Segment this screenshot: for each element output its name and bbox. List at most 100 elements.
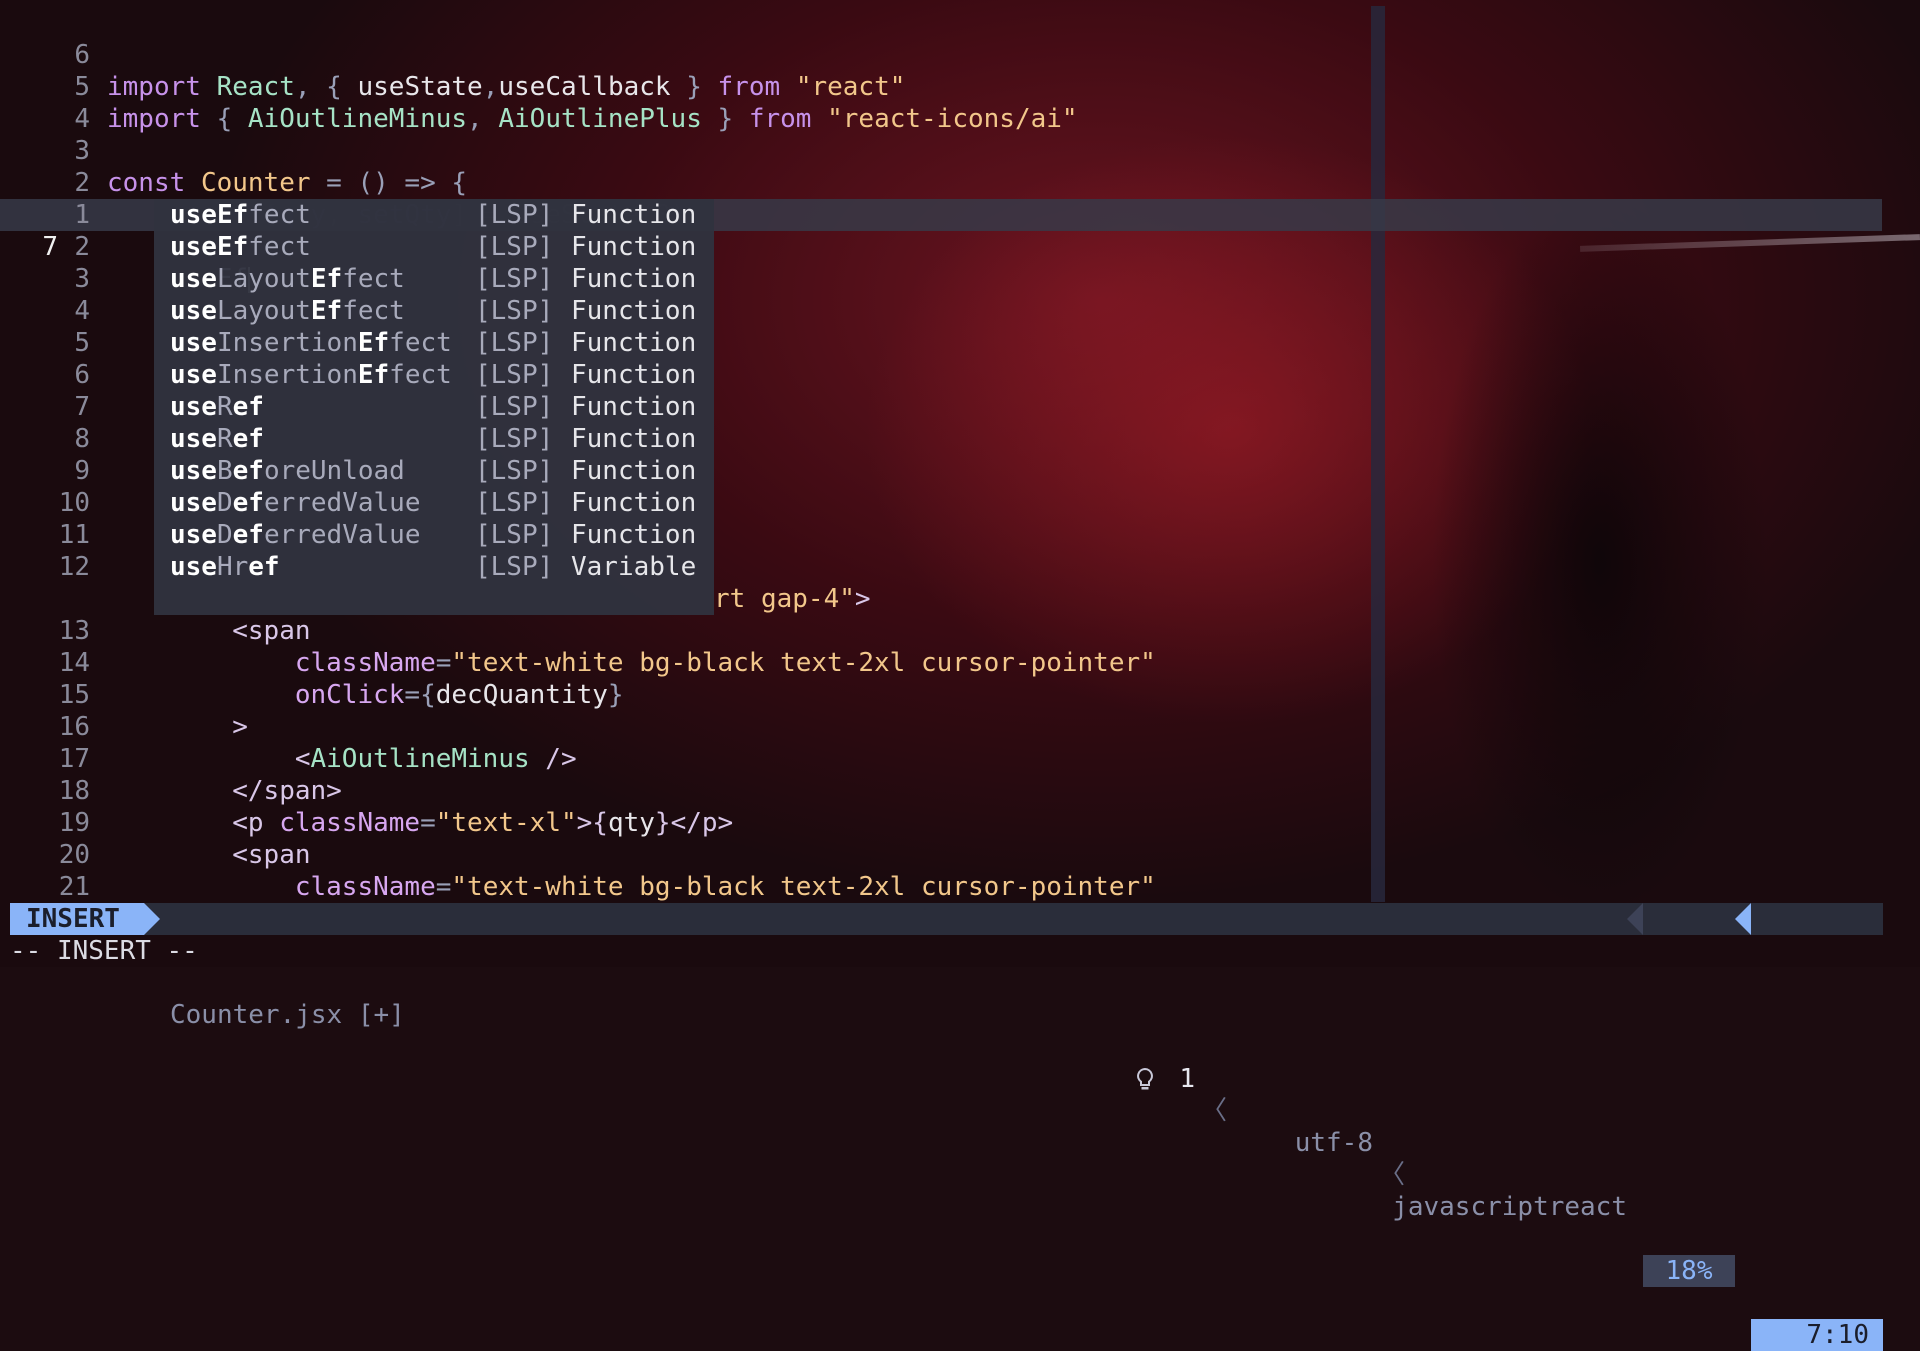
completion-source: [LSP] xyxy=(475,296,554,326)
code-line[interactable]: 14 className="text-white bg-black text-2… xyxy=(0,647,1920,679)
line-12-visible-tail: rt gap-4"> xyxy=(714,584,871,614)
completion-word: useLayoutEffect xyxy=(170,296,405,326)
completion-source: [LSP] xyxy=(475,264,554,294)
relative-line-number: 10 xyxy=(58,488,90,518)
line-number: 13 xyxy=(58,616,90,646)
relative-line-number: 5 xyxy=(74,328,90,358)
relative-line-number: 4 xyxy=(74,296,90,326)
completion-item[interactable]: 11 useDeferredValue [LSP] Function xyxy=(59,519,714,551)
completion-kind: Function xyxy=(571,360,697,390)
completion-word: useRef xyxy=(170,392,264,422)
completion-source: [LSP] xyxy=(475,424,554,454)
completion-item[interactable]: 9 useBeforeUnload [LSP] Function xyxy=(74,455,714,487)
completion-word: useBeforeUnload xyxy=(170,456,405,486)
diagnostic-count: 1 xyxy=(1179,1064,1195,1094)
completion-source: [LSP] xyxy=(475,328,554,358)
relative-line-number: 7 xyxy=(74,392,90,422)
status-line: INSERT Counter.jsx [+] 1 〈 utf-8 〈 javas… xyxy=(10,903,1883,1351)
code-line[interactable]: 2 const [qty, setQty] = useState(0) xyxy=(0,135,1920,230)
completion-kind: Function xyxy=(571,264,697,294)
completion-word: useInsertionEffect xyxy=(170,360,452,390)
completion-kind: Variable xyxy=(571,552,697,582)
completion-source: [LSP] xyxy=(475,392,554,422)
scroll-percent: 18% xyxy=(1643,1255,1735,1287)
completion-item[interactable]: 1 useEffect [LSP] Function xyxy=(74,199,714,231)
line-number: 17 xyxy=(58,744,90,774)
completion-source: [LSP] xyxy=(475,552,554,582)
completion-popup[interactable]: 1 useEffect [LSP] Function 2 useEffect [LSP] Fu… xyxy=(59,199,714,615)
line-number: 19 xyxy=(58,808,90,838)
completion-item[interactable]: 12 useHref [LSP] Variable xyxy=(59,551,714,583)
completion-source: [LSP] xyxy=(475,360,554,390)
completion-source: [LSP] xyxy=(475,200,554,230)
file-encoding: utf-8 xyxy=(1294,1128,1373,1158)
line-number: 14 xyxy=(58,648,90,678)
code-line[interactable]: 17 <AiOutlineMinus /> xyxy=(0,743,1920,775)
relative-line-number: 8 xyxy=(74,424,90,454)
line-number: 18 xyxy=(58,776,90,806)
completion-word: useDeferredValue xyxy=(170,488,421,518)
completion-source: [LSP] xyxy=(475,232,554,262)
code-line[interactable]: 4 xyxy=(0,71,1920,134)
completion-source: [LSP] xyxy=(475,520,554,550)
code-line[interactable]: 19 <p className="text-xl">{qty}</p> xyxy=(0,807,1920,839)
completion-kind: Function xyxy=(571,456,697,486)
relative-line-number: 11 xyxy=(58,520,90,550)
line-number: 16 xyxy=(58,712,90,742)
completion-source: [LSP] xyxy=(475,488,554,518)
code-line[interactable]: 21 className="text-white bg-black text-2… xyxy=(0,871,1920,903)
code-line[interactable]: 3 const Counter = () => { xyxy=(0,103,1920,198)
completion-source: [LSP] xyxy=(475,456,554,486)
completion-word: useEffect xyxy=(170,200,311,230)
line-number: 15 xyxy=(58,680,90,710)
completion-kind: Function xyxy=(571,328,697,358)
completion-item[interactable]: 7 useRef [LSP] Function xyxy=(74,391,714,423)
line-number: 20 xyxy=(58,840,90,870)
completion-kind: Function xyxy=(571,232,697,262)
completion-item[interactable]: 3 useLayoutEffect [LSP] Function xyxy=(74,263,714,295)
code-line[interactable]: 6 import React, { useState,useCallback }… xyxy=(0,7,1920,102)
completion-word: useEffect xyxy=(170,232,311,262)
completion-item[interactable]: 2 useEffect [LSP] Function xyxy=(74,231,714,263)
completion-item[interactable]: 6 useInsertionEffect [LSP] Function xyxy=(74,359,714,391)
code-line[interactable]: 20 <span xyxy=(0,839,1920,871)
completion-kind: Function xyxy=(571,296,697,326)
file-name: Counter.jsx [+] xyxy=(170,1000,405,1030)
code-line[interactable]: 13 <span xyxy=(0,615,1920,647)
separator-icon: 〈 xyxy=(1200,1096,1227,1126)
separator-icon: 〈 xyxy=(1378,1160,1405,1190)
completion-item[interactable]: 5 useInsertionEffect [LSP] Function xyxy=(74,327,714,359)
file-type: javascriptreact xyxy=(1392,1192,1627,1222)
position-separator xyxy=(1735,903,1751,935)
completion-word: useHref xyxy=(170,552,280,582)
completion-kind: Function xyxy=(571,488,697,518)
command-line[interactable]: -- INSERT -- xyxy=(10,935,198,967)
relative-line-number: 6 xyxy=(74,360,90,390)
cursor-position: 7:10 xyxy=(1751,1319,1883,1351)
completion-word: useInsertionEffect xyxy=(170,328,452,358)
code-line[interactable]: 16 > xyxy=(0,711,1920,743)
relative-line-number: 3 xyxy=(74,264,90,294)
relative-line-number: 1 xyxy=(74,200,90,230)
code-line[interactable]: 5 import { AiOutlineMinus, AiOutlinePlus… xyxy=(0,39,1920,134)
completion-kind: Function xyxy=(571,520,697,550)
completion-kind: Function xyxy=(571,392,697,422)
completion-item[interactable]: 4 useLayoutEffect [LSP] Function xyxy=(74,295,714,327)
completion-word: useDeferredValue xyxy=(170,520,421,550)
completion-item[interactable]: 8 useRef [LSP] Function xyxy=(74,423,714,455)
completion-kind: Function xyxy=(571,424,697,454)
relative-line-number: 9 xyxy=(74,456,90,486)
completion-item[interactable]: 10 useDeferredValue [LSP] Function xyxy=(59,487,714,519)
mode-indicator: INSERT xyxy=(10,903,144,935)
code-line[interactable]: 18 </span> xyxy=(0,775,1920,807)
code-line[interactable]: 1 xyxy=(0,167,1920,230)
mode-separator xyxy=(144,903,160,935)
percent-separator xyxy=(1627,903,1643,935)
relative-line-number: 2 xyxy=(74,232,90,262)
relative-line-number: 12 xyxy=(58,552,90,582)
lightbulb-icon xyxy=(1072,1031,1155,1127)
completion-word: useRef xyxy=(170,424,264,454)
line-number: 21 xyxy=(58,872,90,902)
completion-word: useLayoutEffect xyxy=(170,264,405,294)
code-line[interactable]: 15 onClick={decQuantity} xyxy=(0,679,1920,711)
